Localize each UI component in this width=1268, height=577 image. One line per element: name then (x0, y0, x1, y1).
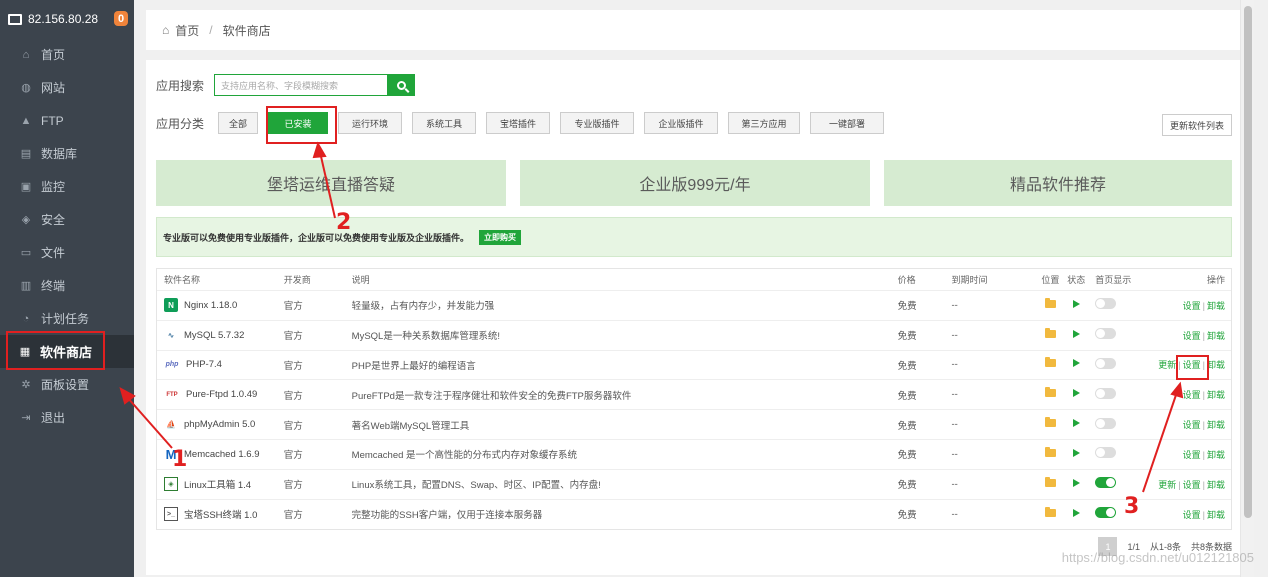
arrow-2 (319, 151, 336, 219)
arrow-3 (1142, 391, 1178, 493)
arrow-1-head (119, 386, 136, 405)
arrow-1 (126, 396, 173, 449)
annotation-number-3: 3 (1124, 494, 1140, 519)
annotation-number-2: 2 (336, 210, 352, 235)
arrow-3-head (1170, 381, 1184, 399)
arrow-2-head (312, 141, 327, 159)
annotation-number-1: 1 (172, 447, 188, 472)
annotation-arrows (119, 141, 1184, 493)
watermark: https://blog.csdn.net/u012121805 (1061, 550, 1254, 565)
